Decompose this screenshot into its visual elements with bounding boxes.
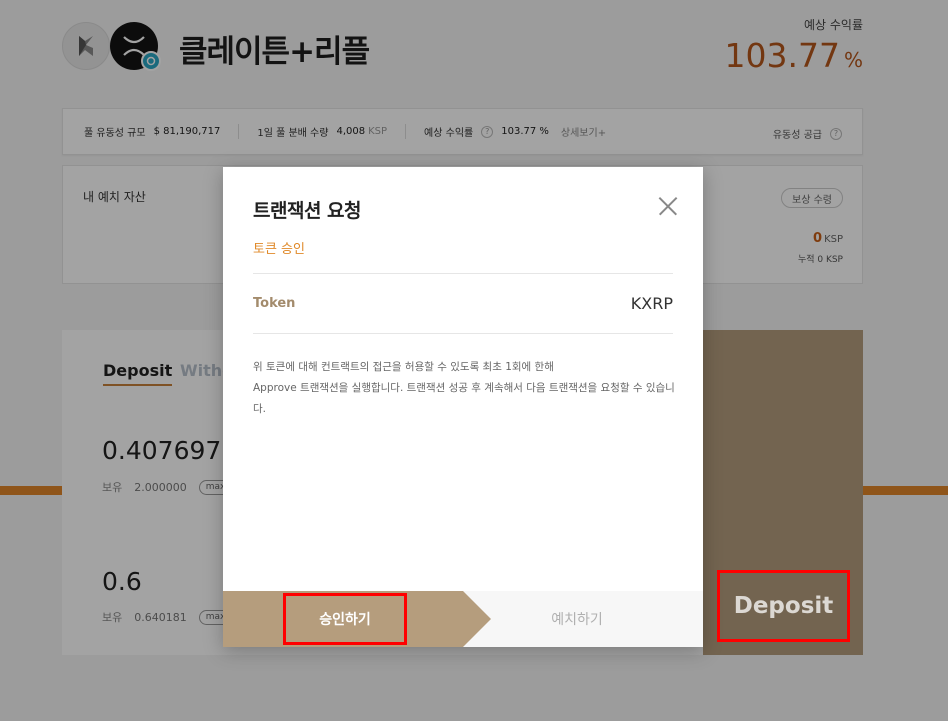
transaction-request-modal: 트랜잭션 요청 토큰 승인 Token KXRP 위 토큰에 대해 컨트랙트의 … [223, 167, 703, 647]
divider [253, 273, 673, 274]
deposit-button[interactable]: Deposit [717, 570, 850, 642]
modal-title: 트랜잭션 요청 [253, 200, 362, 222]
divider [253, 333, 673, 334]
approve-button[interactable]: 승인하기 [283, 593, 407, 645]
step-label: 토큰 승인 [253, 242, 305, 257]
approve-notice: 위 토큰에 대해 컨트랙트의 접근을 허용할 수 있도록 최초 1회에 한해 A… [253, 361, 675, 415]
token-value: KXRP [630, 294, 673, 313]
approve-step: 승인하기 [223, 591, 491, 647]
token-key-label: Token [253, 296, 296, 311]
deposit-step-button[interactable]: 예치하기 [491, 591, 703, 647]
modal-footer: 승인하기 예치하기 [223, 591, 703, 647]
close-icon[interactable] [657, 195, 679, 217]
